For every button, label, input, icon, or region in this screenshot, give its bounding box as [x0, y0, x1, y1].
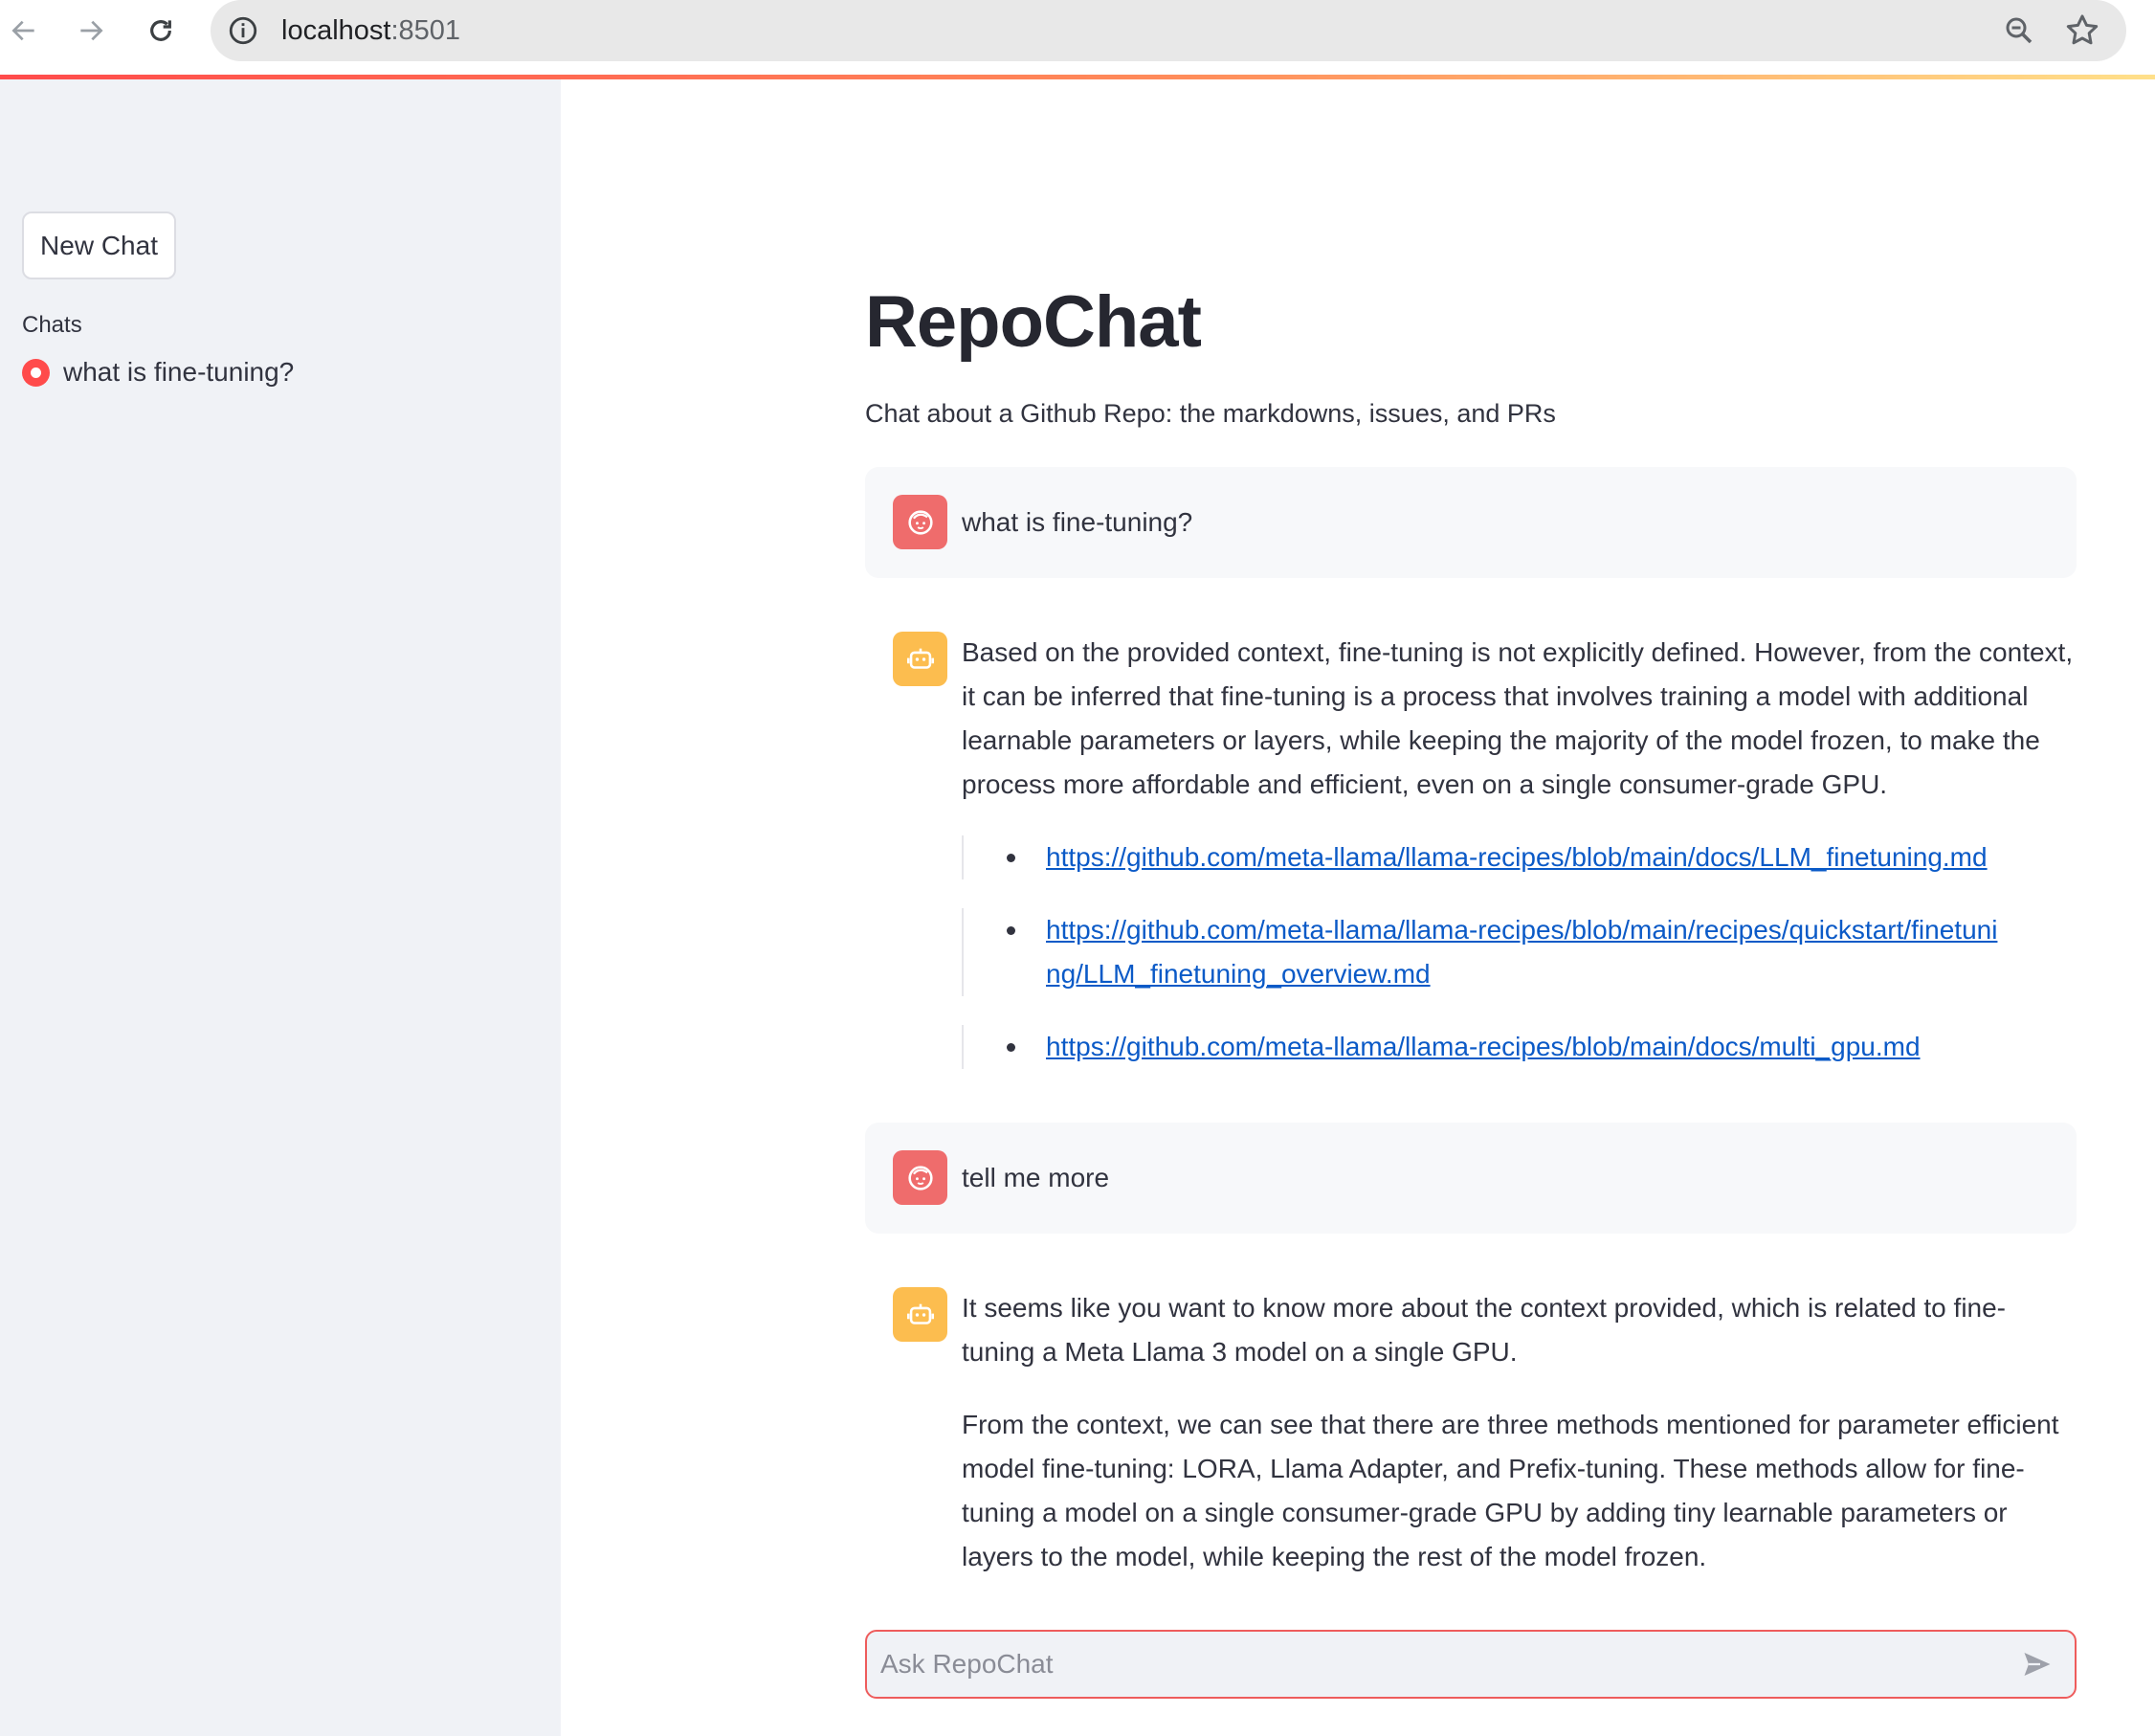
message-paragraph: From the context, we can see that there …: [962, 1410, 2059, 1571]
face-icon: [893, 1150, 947, 1205]
robot-icon: [893, 632, 947, 686]
robot-icon: [893, 1287, 947, 1342]
chat-message-user: tell me more: [865, 1123, 2077, 1234]
url-host: localhost: [281, 15, 391, 46]
list-item: https://github.com/meta-llama/llama-reci…: [962, 908, 2077, 996]
chat-input-container: [865, 1630, 2077, 1699]
list-item: https://github.com/meta-llama/llama-reci…: [962, 835, 2077, 879]
url-port: :8501: [390, 15, 461, 46]
address-bar[interactable]: localhost:8501: [211, 0, 2126, 61]
send-button[interactable]: [2019, 1647, 2055, 1681]
message-body: Based on the provided context, fine-tuni…: [962, 631, 2077, 1098]
arrow-left-icon: [11, 20, 34, 41]
source-link[interactable]: https://github.com/meta-llama/llama-reci…: [1046, 1032, 1921, 1061]
chat-message-assistant: Based on the provided context, fine-tuni…: [865, 609, 2077, 1164]
message-text: what is fine-tuning?: [962, 507, 1193, 537]
sidebar: New Chat Chats what is fine-tuning?: [0, 79, 561, 1736]
source-link[interactable]: https://github.com/meta-llama/llama-reci…: [1046, 842, 1988, 872]
message-paragraph: It seems like you want to know more abou…: [962, 1293, 2007, 1367]
main-content: RepoChat Chat about a Github Repo: the m…: [561, 79, 2155, 1736]
radio-selected-icon[interactable]: [22, 358, 50, 387]
chats-label: Chats: [22, 312, 82, 338]
new-chat-button[interactable]: New Chat: [22, 211, 176, 279]
list-item: https://github.com/meta-llama/llama-reci…: [962, 1025, 2077, 1069]
page-title: RepoChat: [865, 281, 1202, 363]
forward-button[interactable]: [70, 10, 112, 52]
reload-button[interactable]: [140, 10, 182, 52]
message-body: It seems like you want to know more abou…: [962, 1286, 2077, 1608]
arrow-right-icon: [80, 20, 103, 41]
send-icon: [2024, 1653, 2051, 1676]
chat-input[interactable]: [880, 1632, 2010, 1697]
source-link[interactable]: https://github.com/meta-llama/llama-reci…: [1046, 908, 2003, 996]
chat-radio-option[interactable]: what is fine-tuning?: [22, 357, 294, 388]
message-text: Based on the provided context, fine-tuni…: [962, 637, 2074, 799]
zoom-icon[interactable]: [2002, 13, 2036, 48]
face-icon: [893, 495, 947, 549]
reload-icon: [150, 20, 171, 41]
chat-message-assistant: It seems like you want to know more abou…: [865, 1264, 2077, 1609]
browser-toolbar: localhost:8501: [0, 0, 2155, 75]
chat-message-user: what is fine-tuning?: [865, 467, 2077, 578]
url-text[interactable]: localhost:8501: [281, 13, 460, 48]
info-icon[interactable]: [226, 13, 260, 48]
back-button[interactable]: [3, 10, 45, 52]
page-subtitle: Chat about a Github Repo: the markdowns,…: [865, 399, 1556, 428]
source-links: https://github.com/meta-llama/llama-reci…: [962, 835, 2077, 1069]
message-text: tell me more: [962, 1163, 1110, 1192]
star-icon[interactable]: [2063, 11, 2101, 50]
chat-option-label: what is fine-tuning?: [63, 357, 295, 387]
